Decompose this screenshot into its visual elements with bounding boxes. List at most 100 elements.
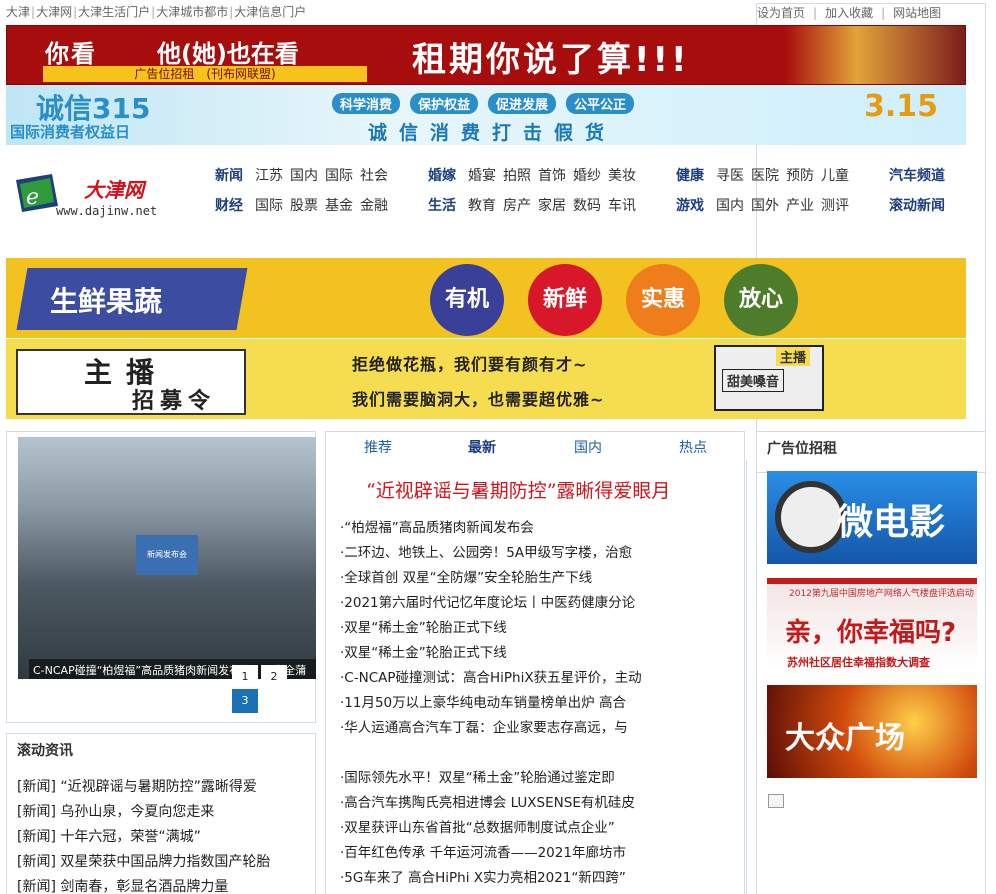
- top-links: 大津|大津网|大津生活门户|大津城市都市|大津信息门户: [6, 5, 307, 19]
- nav-link[interactable]: 寻医: [716, 168, 744, 184]
- slide-dot[interactable]: 1: [232, 665, 258, 689]
- slide-dot-active[interactable]: 3: [232, 689, 258, 713]
- top-link[interactable]: 大津信息门户: [234, 5, 306, 19]
- slide-dots: 1 23: [232, 665, 315, 713]
- ad-plaza[interactable]: 大众广场: [767, 685, 977, 778]
- nav-link[interactable]: 首饰: [538, 168, 566, 184]
- slide-screen: 新闻发布会: [136, 535, 198, 575]
- scroll-news-title: 滚动资讯: [17, 743, 73, 759]
- nav-category-rolling[interactable]: 滚动新闻: [889, 198, 945, 214]
- nav-link[interactable]: 拍照: [503, 168, 531, 184]
- top-link[interactable]: 大津: [6, 5, 30, 19]
- ad-sidebar-title: 广告位招租: [767, 441, 837, 457]
- list-item[interactable]: ·“柏煜福”高品质猪肉新闻发布会: [340, 516, 650, 541]
- list-item[interactable]: ·C-NCAP碰撞测试：高合HiPhiX获五星评价，主动: [340, 666, 650, 691]
- list-item[interactable]: ·国际领先水平！双星“稀土金”轮胎通过鉴定即: [340, 766, 650, 791]
- list-item[interactable]: ·二环边、地铁上、公园旁！5A甲级写字楼，治愈: [340, 541, 650, 566]
- ad-text: 大众广场: [785, 721, 905, 756]
- nav-link[interactable]: 国内: [290, 168, 318, 184]
- nav-link[interactable]: 教育: [468, 198, 496, 214]
- top-link[interactable]: 大津城市都市: [156, 5, 228, 19]
- ad-subtext: 苏州社区居住幸福指数大调查: [787, 656, 930, 669]
- list-item[interactable]: ·百年红色传承 千年运河流香——2021年廊坊市: [340, 841, 650, 866]
- logo-url: www.dajinw.net: [56, 204, 158, 218]
- nav-group-health: 健康 寻医 医院 预防 儿童 游戏 国内 国外 产业 测评: [676, 166, 856, 226]
- ad-banner-rent[interactable]: 你看 他(她)也在看 广告位招租 (刊布网联盟) 租期你说了算!!!: [6, 25, 966, 85]
- list-item[interactable]: [新闻] “近视辟谣与暑期防控”露晰得爱: [17, 776, 270, 801]
- pill: 保护权益: [410, 93, 479, 114]
- nav-link[interactable]: 基金: [325, 198, 353, 214]
- ad-micro-film[interactable]: 微电影: [767, 471, 977, 564]
- list-item[interactable]: ·双星“稀土金”轮胎正式下线: [340, 616, 650, 641]
- nav-link[interactable]: 国际: [325, 168, 353, 184]
- top-link[interactable]: 大津生活门户: [78, 5, 150, 19]
- list-item[interactable]: [新闻] 乌孙山泉，今夏向您走来: [17, 801, 270, 826]
- nav-link[interactable]: 股票: [290, 198, 318, 214]
- list-item[interactable]: ·11月50万以上豪华纯电动车销量榜单出炉 高合: [340, 691, 650, 716]
- list-item[interactable]: ·双星获评山东省首批“总数据师制度试点企业”: [340, 816, 650, 841]
- nav-category[interactable]: 财经: [215, 198, 243, 214]
- nav-link[interactable]: 预防: [786, 168, 814, 184]
- list-item[interactable]: ·全球首创 双星“全防爆”安全轮胎生产下线: [340, 566, 650, 591]
- nav-link[interactable]: 家居: [538, 198, 566, 214]
- broken-image-icon[interactable]: [768, 794, 784, 808]
- list-item[interactable]: ·5G车来了 高合HiPhi X实力亮相2021“新四跨”: [340, 866, 650, 891]
- list-item[interactable]: ·高合汽车携陶氏亮相进博会 LUXSENSE有机硅皮: [340, 791, 650, 816]
- banner-slogan: 租期你说了算!!!: [412, 40, 690, 80]
- nav-link[interactable]: 产业: [786, 198, 814, 214]
- tab-latest[interactable]: 最新: [468, 437, 496, 457]
- nav-category[interactable]: 健康: [676, 168, 704, 184]
- tab-recommend[interactable]: 推荐: [364, 437, 392, 457]
- slide-dot[interactable]: 2: [261, 665, 287, 689]
- nav-link[interactable]: 婚纱: [573, 168, 601, 184]
- nav-link[interactable]: 儿童: [821, 168, 849, 184]
- nav-link[interactable]: 国外: [751, 198, 779, 214]
- add-favorite-link[interactable]: 加入收藏: [825, 6, 873, 20]
- logo-name: 大津网: [84, 178, 144, 202]
- ad-banner-anchor[interactable]: 主播 招募令 拒绝做花瓶，我们要有颜有才~ 我们需要脑洞大，也需要超优雅~ 主播…: [6, 339, 966, 419]
- nav-category[interactable]: 新闻: [215, 168, 243, 184]
- svg-text:e: e: [26, 185, 39, 210]
- ad-happiness[interactable]: 2012第九届中国房地产网络人气楼盘评选启动 亲，你幸福吗? 苏州社区居住幸福指…: [767, 578, 977, 671]
- list-item[interactable]: [新闻] 双星荣获中国品牌力指数国产轮胎: [17, 851, 270, 876]
- banner-slogan: 诚信消费打击假货: [368, 122, 617, 144]
- nav-category[interactable]: 生活: [428, 198, 456, 214]
- ad-banner-315[interactable]: 诚信315 国际消费者权益日 科学消费 保护权益 促进发展 公平公正 诚信消费打击假货…: [6, 85, 966, 145]
- slide-photo[interactable]: 新闻发布会 C-NCAP碰撞“柏煜福”高品质猪肉新闻发布会：动安全蒲: [18, 437, 316, 679]
- tab-domestic[interactable]: 国内: [574, 437, 602, 457]
- nav-link[interactable]: 国内: [716, 198, 744, 214]
- news-tabs: 推荐 最新 国内 热点: [326, 437, 746, 459]
- ad-banner-fresh[interactable]: 生鲜果蔬 有机 新鲜 实惠 放心: [6, 258, 966, 338]
- nav-category[interactable]: 游戏: [676, 198, 704, 214]
- banner-line: 我们需要脑洞大，也需要超优雅~: [352, 390, 605, 409]
- list-item[interactable]: ·双星“稀土金”轮胎正式下线: [340, 641, 650, 666]
- headline[interactable]: “近视辟谣与暑期防控”露晰得爱眼月: [366, 476, 670, 503]
- tab-hot[interactable]: 热点: [679, 437, 707, 457]
- list-item[interactable]: ·华人运通高合汽车丁磊：企业家要志存高远，与: [340, 716, 650, 741]
- nav-link[interactable]: 美妆: [608, 168, 636, 184]
- nav-link[interactable]: 婚宴: [468, 168, 496, 184]
- nav-link[interactable]: 社会: [360, 168, 388, 184]
- sitemap-link[interactable]: 网站地图: [893, 6, 941, 20]
- pill: 公平公正: [566, 93, 635, 114]
- nav-category-auto[interactable]: 汽车频道: [889, 168, 945, 184]
- news-list: ·“柏煜福”高品质猪肉新闻发布会 ·二环边、地铁上、公园旁！5A甲级写字楼，治愈…: [340, 516, 650, 741]
- list-item[interactable]: [新闻] 剑南春，彰显名酒品牌力量: [17, 876, 270, 894]
- nav-group-auto: 汽车频道 滚动新闻: [889, 166, 957, 226]
- set-homepage-link[interactable]: 设为首页: [757, 6, 805, 20]
- nav-link[interactable]: 江苏: [255, 168, 283, 184]
- banner-text: 他(她)也在看: [157, 40, 299, 68]
- banner-badge: 3.15: [863, 89, 938, 124]
- list-item[interactable]: [新闻] 十年六冠，荣誉“满城”: [17, 826, 270, 851]
- nav-category[interactable]: 婚嫁: [428, 168, 456, 184]
- nav-link[interactable]: 医院: [751, 168, 779, 184]
- nav-link[interactable]: 国际: [255, 198, 283, 214]
- top-link[interactable]: 大津网: [36, 5, 72, 19]
- nav-link[interactable]: 房产: [503, 198, 531, 214]
- nav-link[interactable]: 测评: [821, 198, 849, 214]
- nav-link[interactable]: 车讯: [608, 198, 636, 214]
- nav-link[interactable]: 金融: [360, 198, 388, 214]
- nav-link[interactable]: 数码: [573, 198, 601, 214]
- list-item[interactable]: ·2021第六届时代记忆年度论坛丨中医药健康分论: [340, 591, 650, 616]
- site-logo[interactable]: e 大津网 www.dajinw.net: [10, 168, 190, 220]
